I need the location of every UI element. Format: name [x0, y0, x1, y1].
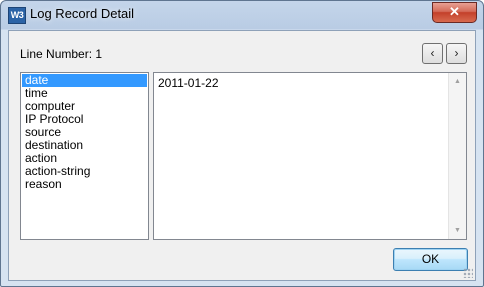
title-bar[interactable]: W3 Log Record Detail ✕ — [1, 1, 483, 27]
scroll-up-icon[interactable]: ▲ — [449, 73, 466, 90]
field-item-reason[interactable]: reason — [22, 178, 147, 191]
close-button[interactable]: ✕ — [432, 2, 477, 23]
vertical-scrollbar[interactable]: ▲ ▼ — [448, 73, 466, 239]
next-record-button[interactable]: › — [446, 43, 467, 64]
dialog-window: W3 Log Record Detail ✕ Line Number: 1 ‹ … — [0, 0, 484, 287]
close-icon: ✕ — [449, 4, 460, 19]
dialog-body: Line Number: 1 ‹ › date time computer IP… — [8, 30, 476, 281]
field-list[interactable]: date time computer IP Protocol source de… — [20, 72, 149, 240]
resize-grip-icon[interactable] — [463, 268, 473, 278]
line-number-label: Line Number: 1 — [20, 47, 103, 61]
ok-button[interactable]: OK — [393, 248, 468, 271]
previous-record-button[interactable]: ‹ — [422, 43, 443, 64]
scroll-down-icon[interactable]: ▼ — [449, 222, 466, 239]
chevron-left-icon: ‹ — [430, 46, 435, 60]
chevron-right-icon: › — [454, 46, 459, 60]
field-value-textarea[interactable]: 2011-01-22 ▲ ▼ — [153, 72, 467, 240]
window-title: Log Record Detail — [30, 6, 135, 21]
field-value-text: 2011-01-22 — [158, 76, 219, 90]
app-icon: W3 — [8, 7, 26, 24]
